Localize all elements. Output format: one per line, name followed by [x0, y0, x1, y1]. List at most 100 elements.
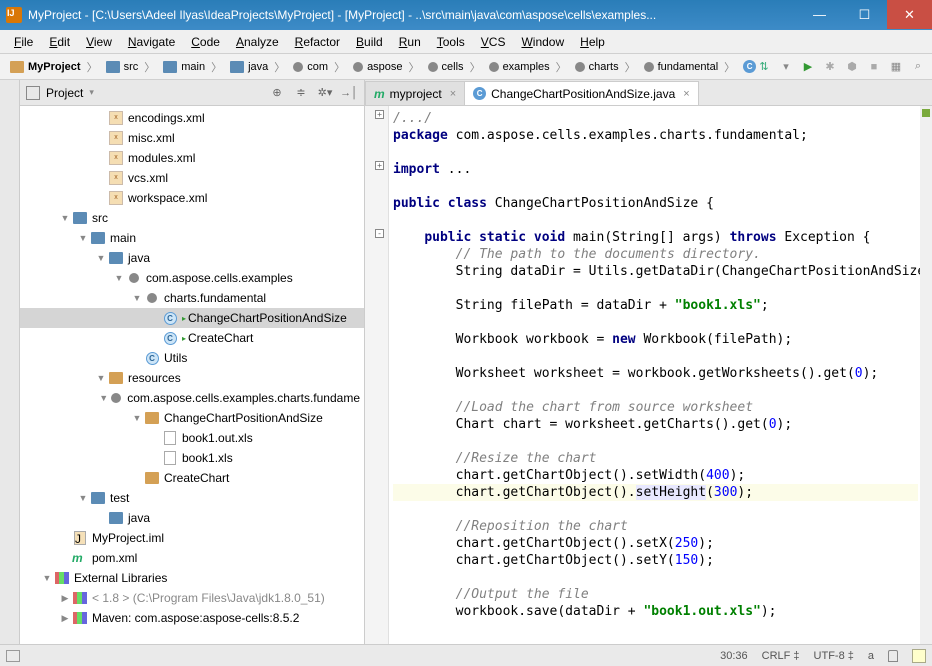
dropdown-icon[interactable]: ▾: [778, 59, 794, 75]
tree-node[interactable]: ▼com.aspose.cells.examples.charts.fundam…: [20, 388, 364, 408]
collapse-icon[interactable]: ≑: [292, 84, 310, 102]
insert-mode[interactable]: a: [868, 650, 874, 662]
locate-icon[interactable]: ⊕: [268, 84, 286, 102]
inspection-ok-icon: [922, 109, 930, 117]
breadcrumb-ch[interactable]: CCh: [739, 60, 756, 73]
tree-node[interactable]: ▼External Libraries: [20, 568, 364, 588]
sync-icon[interactable]: ⇅: [756, 59, 772, 75]
m-icon: m: [72, 551, 88, 565]
xml-icon: x: [108, 131, 124, 145]
hide-icon[interactable]: →│: [340, 84, 358, 102]
xml-icon: x: [108, 191, 124, 205]
menu-help[interactable]: Help: [572, 33, 613, 51]
breadcrumb-main[interactable]: main〉: [159, 59, 226, 75]
tree-node[interactable]: book1.out.xls: [20, 428, 364, 448]
folder-b-icon: [108, 512, 124, 524]
breadcrumb-java[interactable]: java〉: [226, 59, 289, 75]
editor-tab[interactable]: CChangeChartPositionAndSize.java×: [464, 81, 699, 105]
readonly-lock-icon[interactable]: [888, 650, 898, 662]
close-tab-icon[interactable]: ×: [450, 88, 456, 100]
close-tab-icon[interactable]: ×: [683, 88, 689, 100]
menu-vcs[interactable]: VCS: [473, 33, 514, 51]
code-editor[interactable]: ++- /.../package com.aspose.cells.exampl…: [365, 106, 932, 644]
tree-node[interactable]: java: [20, 508, 364, 528]
editor-tab[interactable]: mmyproject×: [365, 81, 465, 105]
coverage-button[interactable]: ⬢: [844, 59, 860, 75]
tree-node[interactable]: xworkspace.xml: [20, 188, 364, 208]
maximize-button[interactable]: ☐: [842, 0, 887, 29]
tree-node[interactable]: ▼charts.fundamental: [20, 288, 364, 308]
menu-code[interactable]: Code: [183, 33, 228, 51]
tree-node[interactable]: mpom.xml: [20, 548, 364, 568]
tree-node[interactable]: xmodules.xml: [20, 148, 364, 168]
tree-node[interactable]: ▶< 1.8 > (C:\Program Files\Java\jdk1.8.0…: [20, 588, 364, 608]
breadcrumb-src[interactable]: src〉: [102, 59, 160, 75]
tree-node[interactable]: xvcs.xml: [20, 168, 364, 188]
file-encoding[interactable]: UTF-8 ‡: [814, 650, 854, 662]
menu-build[interactable]: Build: [348, 33, 391, 51]
tree-node[interactable]: CreateChart: [20, 468, 364, 488]
breadcrumb-com[interactable]: com〉: [289, 59, 349, 75]
tree-node[interactable]: ▼src: [20, 208, 364, 228]
menu-edit[interactable]: Edit: [41, 33, 78, 51]
folder-b-icon: [90, 492, 106, 504]
ij-icon: J: [72, 531, 88, 545]
menu-navigate[interactable]: Navigate: [120, 33, 183, 51]
debug-button[interactable]: ✱: [822, 59, 838, 75]
xml-icon: x: [108, 171, 124, 185]
fold-toggle-icon[interactable]: +: [375, 110, 384, 119]
fold-toggle-icon[interactable]: +: [375, 161, 384, 170]
breadcrumb-fundamental[interactable]: fundamental〉: [640, 59, 740, 75]
tree-node[interactable]: C▸ChangeChartPositionAndSize: [20, 308, 364, 328]
tree-node[interactable]: ▶Maven: com.aspose:aspose-cells:8.5.2: [20, 608, 364, 628]
menu-refactor[interactable]: Refactor: [287, 33, 348, 51]
project-tree[interactable]: xencodings.xmlxmisc.xmlxmodules.xmlxvcs.…: [20, 106, 364, 644]
tree-node[interactable]: ▼test: [20, 488, 364, 508]
tree-node[interactable]: CUtils: [20, 348, 364, 368]
tree-node[interactable]: xmisc.xml: [20, 128, 364, 148]
menu-window[interactable]: Window: [513, 33, 572, 51]
search-icon[interactable]: ⌕: [910, 59, 926, 75]
tree-node[interactable]: C▸CreateChart: [20, 328, 364, 348]
jcls-icon: C: [162, 332, 178, 345]
tree-node[interactable]: ▼java: [20, 248, 364, 268]
minimize-button[interactable]: —: [797, 0, 842, 29]
settings-icon[interactable]: ✲▾: [316, 84, 334, 102]
breadcrumb-cells[interactable]: cells〉: [424, 59, 485, 75]
file-icon: [162, 451, 178, 465]
layout-icon[interactable]: ▦: [888, 59, 904, 75]
folder-b-icon: [108, 252, 124, 264]
tree-node[interactable]: xencodings.xml: [20, 108, 364, 128]
navigation-bar: MyProject〉src〉main〉java〉com〉aspose〉cells…: [0, 54, 932, 80]
fold-toggle-icon[interactable]: -: [375, 229, 384, 238]
menu-tools[interactable]: Tools: [429, 33, 473, 51]
jcls-icon: C: [162, 312, 178, 325]
tree-node[interactable]: ▼ChangeChartPositionAndSize: [20, 408, 364, 428]
tree-node[interactable]: ▼main: [20, 228, 364, 248]
folder-icon: [108, 372, 124, 384]
breadcrumb-charts[interactable]: charts〉: [571, 59, 640, 75]
menu-file[interactable]: File: [6, 33, 41, 51]
stop-button[interactable]: ■: [866, 59, 882, 75]
breadcrumb-aspose[interactable]: aspose〉: [349, 59, 423, 75]
hector-icon[interactable]: [912, 649, 926, 663]
breadcrumb-myproject[interactable]: MyProject〉: [6, 59, 102, 75]
tree-node[interactable]: book1.xls: [20, 448, 364, 468]
app-icon: [6, 7, 22, 23]
breadcrumb-examples[interactable]: examples〉: [485, 59, 571, 75]
line-separator[interactable]: CRLF ‡: [762, 650, 800, 662]
folder-b-icon: [90, 232, 106, 244]
menu-run[interactable]: Run: [391, 33, 429, 51]
tree-node[interactable]: ▼resources: [20, 368, 364, 388]
jcls-icon: C: [144, 352, 160, 365]
file-icon: [162, 431, 178, 445]
lib-icon: [72, 612, 88, 624]
xml-icon: x: [108, 111, 124, 125]
tree-node[interactable]: JMyProject.iml: [20, 528, 364, 548]
run-button[interactable]: ▶: [800, 59, 816, 75]
menu-view[interactable]: View: [78, 33, 120, 51]
tree-node[interactable]: ▼com.aspose.cells.examples: [20, 268, 364, 288]
close-button[interactable]: ✕: [887, 0, 932, 29]
caret-position[interactable]: 30:36: [720, 650, 748, 662]
menu-analyze[interactable]: Analyze: [228, 33, 287, 51]
